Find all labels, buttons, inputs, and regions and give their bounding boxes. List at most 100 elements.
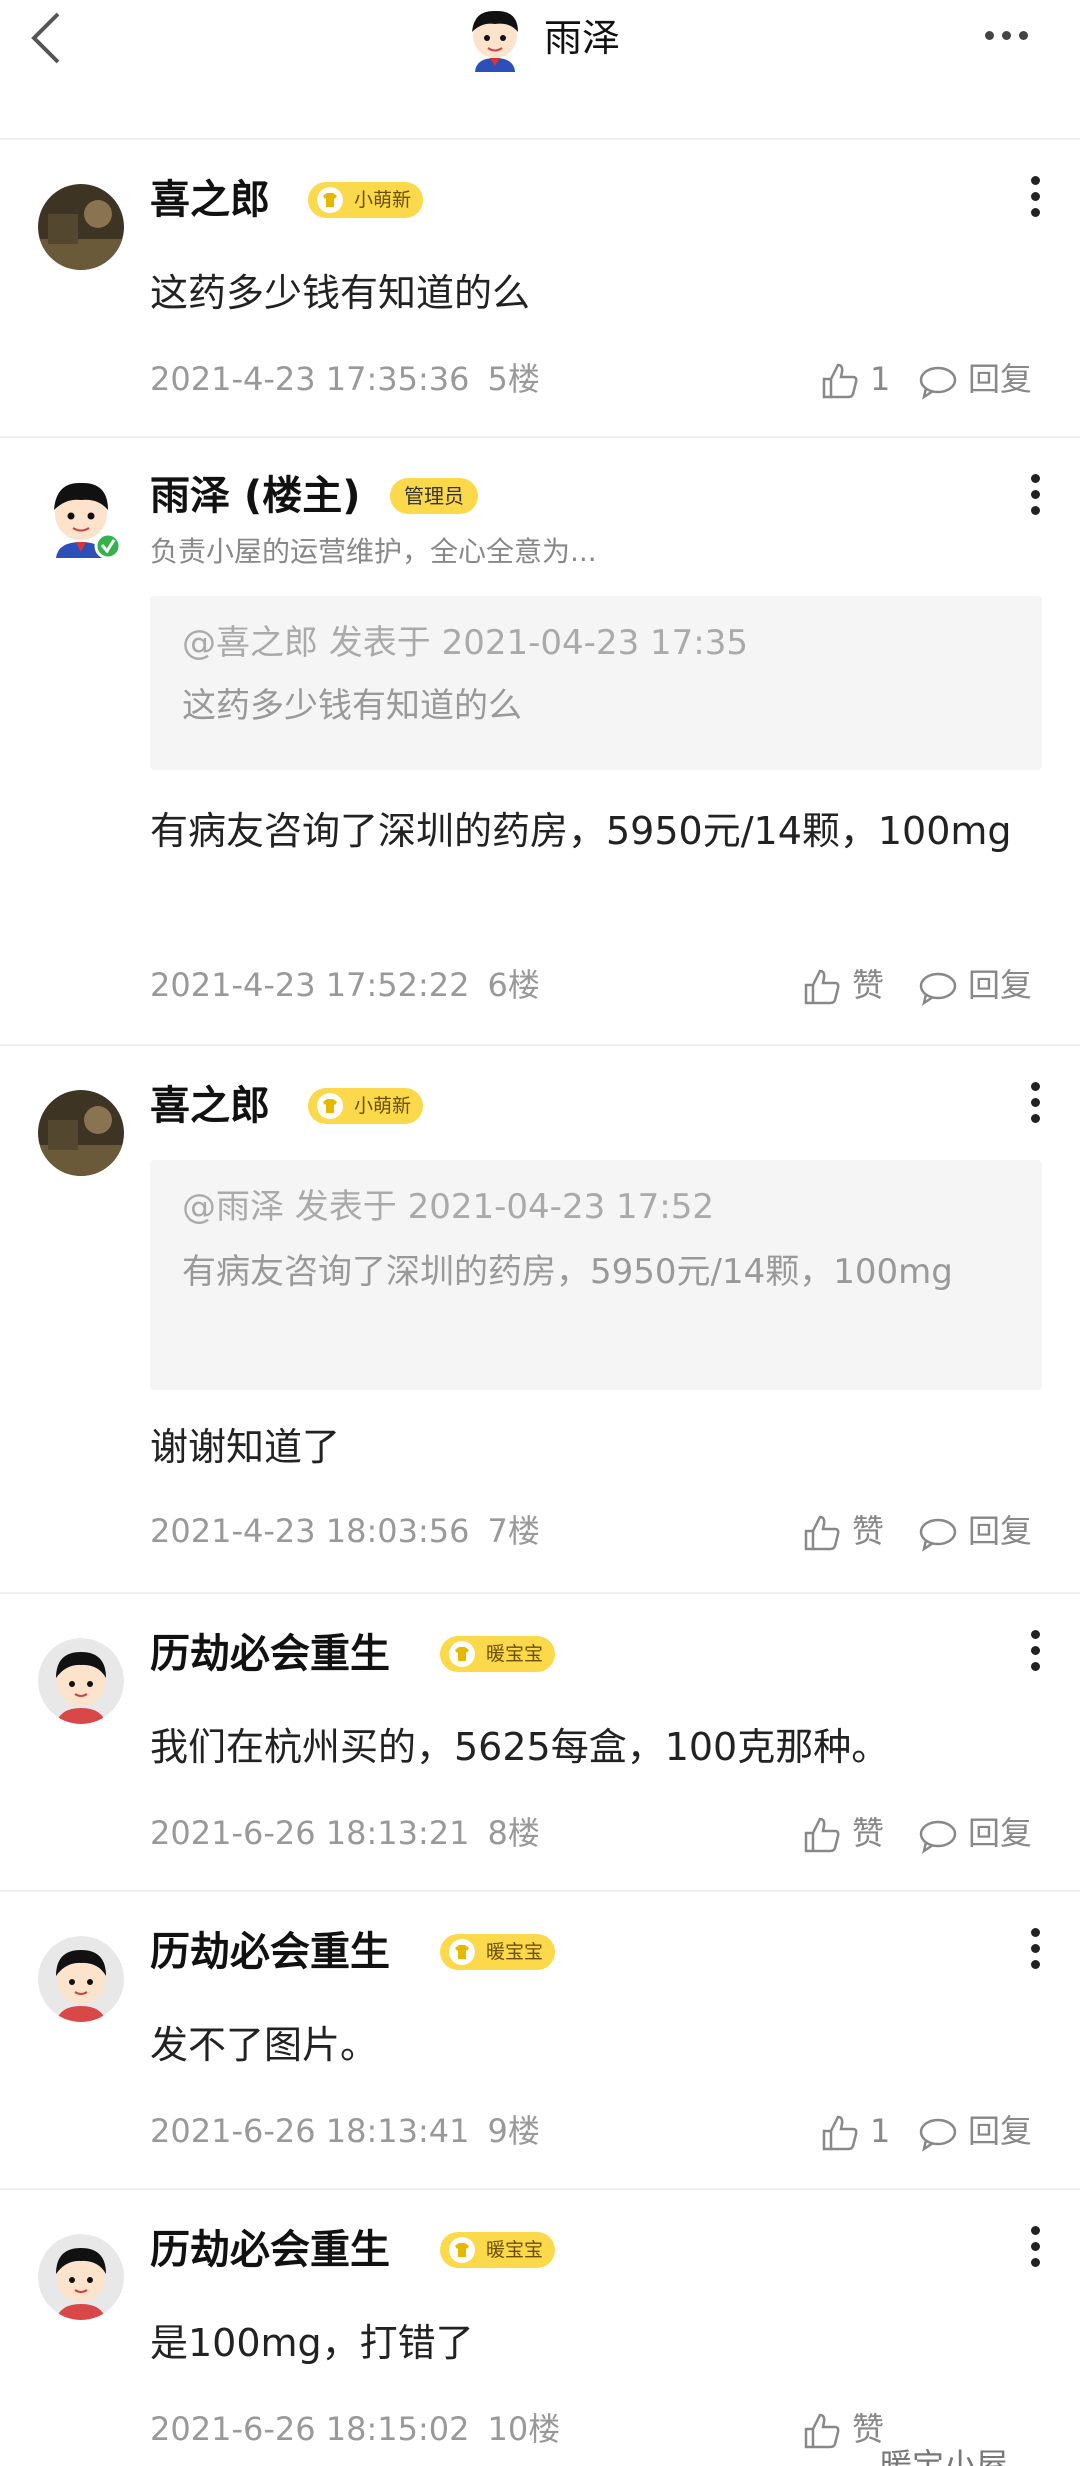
post-meta: 2021-6-26 18:15:02 10楼 [150,2404,560,2454]
reply-label: 回复 [968,1512,1033,1550]
reply-button[interactable]: 回复 [918,960,1032,1010]
post-content: 这药多少钱有知道的么 [150,271,531,315]
reply-button[interactable]: 回复 [918,354,1032,404]
reply-button[interactable]: 回复 [918,1506,1032,1556]
user-avatar[interactable] [38,1090,124,1176]
like-count: 1 [870,360,891,398]
kebab-dot [1030,1114,1040,1123]
floor-number: 8楼 [487,1814,540,1852]
post-menu-button[interactable] [1020,176,1050,226]
post-time: 2021-4-23 18:03:56 [150,1512,470,1550]
badge-label: 暖宝宝 [486,1941,544,1963]
kebab-icon [1030,1082,1040,1091]
comment-bubble-icon [919,1518,957,1552]
user-level-badge: 暖宝宝 [440,2232,556,2268]
post-floor-10: 历劫必会重生 暖宝宝 是100mg，打错了 2021-6-26 18:15:02… [0,2192,1080,2466]
floor-number: 6楼 [487,966,540,1004]
floor-number: 9楼 [487,2112,540,2150]
kebab-dot [1030,1944,1040,1953]
kebab-dot [1030,208,1040,217]
thread-author-avatar[interactable] [460,2,530,72]
post-floor-8: 历劫必会重生 暖宝宝 我们在杭州买的，5625每盒，100克那种。 2021-6… [0,1596,1080,1892]
like-count: 1 [870,2112,891,2150]
username[interactable]: 雨泽 (楼主) [150,468,361,524]
kebab-dot [1030,1960,1040,1969]
back-arrow-icon [31,12,60,64]
post-floor-9: 历劫必会重生 暖宝宝 发不了图片。 2021-6-26 18:13:41 9楼 1… [0,1894,1080,2190]
post-menu-button[interactable] [1020,2226,1050,2276]
like-button[interactable]: 1 [820,354,890,404]
username[interactable]: 历劫必会重生 [150,1924,390,1980]
user-avatar[interactable] [38,2234,124,2320]
reply-label: 回复 [968,1814,1033,1852]
username[interactable]: 历劫必会重生 [150,2222,390,2278]
reply-label: 回复 [968,360,1033,398]
like-button[interactable]: 赞 [802,1506,884,1556]
post-menu-button[interactable] [1020,1630,1050,1680]
more-horizontal-icon [985,31,994,40]
user-avatar[interactable] [38,472,124,560]
post-time: 2021-6-26 18:13:41 [150,2112,470,2150]
kebab-dot [1030,490,1040,499]
post-meta: 2021-4-23 17:35:36 5楼 [150,354,540,404]
post-meta: 2021-6-26 18:13:21 8楼 [150,1808,540,1858]
user-avatar[interactable] [38,1936,124,2022]
username[interactable]: 历劫必会重生 [150,1626,390,1682]
comment-bubble-icon [919,972,957,1006]
shirt-icon [449,1939,475,1965]
post-menu-button[interactable] [1020,474,1050,524]
quote-header: @雨泽 发表于 2021-04-23 17:52 [182,1187,714,1227]
floor-number: 5楼 [487,360,540,398]
post-meta: 2021-6-26 18:13:41 9楼 [150,2106,540,2156]
more-dot [1019,31,1028,40]
kebab-dot [1030,506,1040,515]
kebab-dot [1030,2242,1040,2251]
username[interactable]: 喜之郎 [150,1078,270,1134]
post-time: 2021-6-26 18:15:02 [150,2410,470,2448]
post-content: 我们在杭州买的，5625每盒，100克那种。 [150,1725,890,1769]
post-content: 谢谢知道了 [150,1425,341,1469]
top-bar: 雨泽 [0,0,1080,140]
quoted-reply: @喜之郎 发表于 2021-04-23 17:35 这药多少钱有知道的么 [150,596,1042,770]
post-menu-button[interactable] [1020,1082,1050,1132]
watermark: 暖宝小屋 [880,2446,1009,2466]
quoted-reply: @雨泽 发表于 2021-04-23 17:52 有病友咨询了深圳的药房，595… [150,1160,1042,1390]
shirt-icon [449,2237,475,2263]
kebab-icon [1030,176,1040,185]
post-floor-7: 喜之郎 小萌新 @雨泽 发表于 2021-04-23 17:52 有病友咨询了深… [0,1048,1080,1594]
thumbs-up-icon [804,2413,840,2449]
thumbs-up-icon [822,2115,858,2151]
floor-number: 7楼 [487,1512,540,1550]
post-menu-button[interactable] [1020,1928,1050,1978]
like-label: 赞 [852,966,885,1004]
post-time: 2021-6-26 18:13:21 [150,1814,470,1852]
reply-button[interactable]: 回复 [918,1808,1032,1858]
post-content: 有病友咨询了深圳的药房，5950元/14颗，100mg [150,809,1012,853]
like-label: 赞 [852,1512,885,1550]
shirt-icon [317,187,343,213]
shirt-icon [449,1641,475,1667]
badge-label: 小萌新 [354,1095,412,1117]
reply-label: 回复 [968,2112,1033,2150]
reply-label: 回复 [968,966,1033,1004]
post-meta: 2021-4-23 18:03:56 7楼 [150,1506,540,1556]
like-button[interactable]: 1 [820,2106,890,2156]
user-level-badge: 小萌新 [308,182,424,218]
thumbs-up-icon [804,1817,840,1853]
comment-bubble-icon [919,366,957,400]
username[interactable]: 喜之郎 [150,172,270,228]
like-button[interactable]: 赞 [802,2404,884,2454]
like-button[interactable]: 赞 [802,960,884,1010]
reply-button[interactable]: 回复 [918,2106,1032,2156]
post-meta: 2021-4-23 17:52:22 6楼 [150,960,540,1010]
thumbs-up-icon [804,1515,840,1551]
more-dot [1002,31,1011,40]
user-avatar[interactable] [38,1638,124,1724]
user-level-badge: 小萌新 [308,1088,424,1124]
user-avatar[interactable] [38,184,124,270]
back-button[interactable] [22,8,72,68]
badge-label: 小萌新 [354,189,412,211]
more-options-button[interactable] [985,16,1045,56]
like-button[interactable]: 赞 [802,1808,884,1858]
kebab-dot [1030,192,1040,201]
